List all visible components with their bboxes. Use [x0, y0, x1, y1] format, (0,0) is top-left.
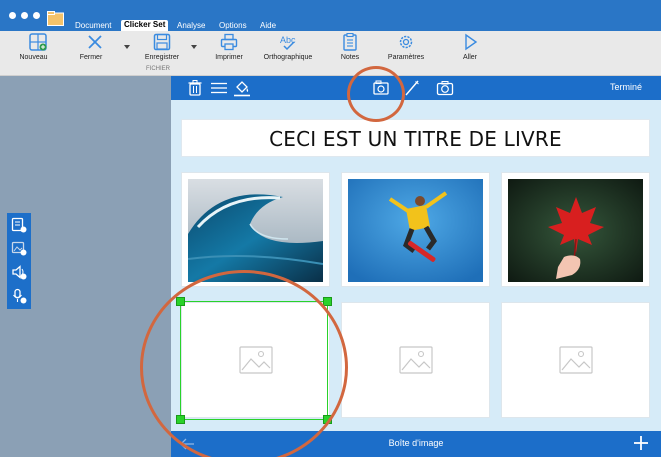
tab-options[interactable]: Options	[219, 21, 247, 31]
new-button-label: Nouveau	[19, 54, 48, 61]
image-card-empty-3[interactable]	[501, 302, 650, 418]
image-card-maple-leaf[interactable]	[501, 172, 650, 287]
spellcheck-button-label: Orthographique	[263, 54, 313, 61]
spellcheck-button[interactable]: Abc Orthographique	[258, 33, 318, 62]
notes-button-label: Notes	[340, 54, 360, 61]
paint-bucket-icon[interactable]	[233, 79, 251, 97]
play-icon	[465, 33, 478, 51]
ribbon-toolbar: Nouveau Fermer Enregistrer Imprimer Abc …	[0, 31, 661, 76]
tab-clicker-set[interactable]: Clicker Set	[121, 20, 169, 31]
add-sound-icon[interactable]	[11, 264, 27, 280]
highlight-ring-image-browse	[347, 66, 405, 122]
book-title-text: CECI EST UN TITRE DE LIVRE	[269, 127, 562, 151]
skateboarder-photo	[348, 179, 483, 282]
image-card-skateboarder[interactable]	[341, 172, 490, 287]
zoom-window-button[interactable]	[33, 12, 40, 19]
save-icon	[153, 33, 171, 51]
highlight-ring-empty-card	[140, 270, 348, 457]
plus-icon[interactable]	[633, 435, 649, 451]
new-button[interactable]: Nouveau	[18, 33, 58, 62]
settings-button-label: Paramètres	[387, 54, 425, 61]
title-bar: Document Clicker Set Analyse Options Aid…	[0, 0, 661, 31]
tab-analyse[interactable]: Analyse	[177, 21, 205, 31]
add-picture-set-icon[interactable]	[11, 217, 27, 233]
go-button-label: Aller	[462, 54, 477, 61]
image-placeholder-icon	[398, 346, 433, 374]
save-button-label: Enregistrer	[144, 54, 180, 61]
print-button-label: Imprimer	[215, 54, 243, 61]
minimize-window-button[interactable]	[21, 12, 28, 19]
go-button[interactable]: Aller	[455, 33, 485, 62]
save-button[interactable]: Enregistrer	[140, 33, 184, 62]
left-toolbar	[7, 213, 31, 309]
trash-icon[interactable]	[186, 79, 204, 97]
new-grid-icon	[29, 33, 47, 51]
close-x-icon	[88, 35, 102, 49]
editor-top-toolbar: Terminé	[171, 76, 661, 100]
close-button-label: Fermer	[79, 54, 103, 61]
ribbon-group-label: FICHIER	[146, 66, 170, 72]
print-icon	[220, 33, 238, 51]
ocean-wave-photo	[188, 179, 323, 282]
gear-icon	[399, 35, 413, 49]
spellcheck-icon: Abc	[280, 35, 296, 51]
close-dropdown-caret[interactable]	[124, 45, 130, 49]
tab-document[interactable]: Document	[75, 21, 111, 31]
tab-aide[interactable]: Aide	[260, 21, 276, 31]
done-button[interactable]: Terminé	[610, 82, 642, 92]
save-dropdown-caret[interactable]	[191, 45, 197, 49]
menu-icon[interactable]	[210, 79, 228, 97]
notes-button[interactable]: Notes	[332, 33, 368, 62]
print-button[interactable]: Imprimer	[207, 33, 251, 62]
add-image-icon[interactable]	[11, 240, 27, 256]
svg-text:Abc: Abc	[280, 35, 296, 45]
add-recording-icon[interactable]	[11, 288, 27, 304]
close-button[interactable]: Fermer	[75, 33, 115, 62]
notes-icon	[343, 33, 357, 51]
pencil-icon[interactable]	[403, 79, 421, 97]
book-title-card[interactable]: CECI EST UN TITRE DE LIVRE	[181, 119, 650, 157]
image-card-empty-2[interactable]	[341, 302, 490, 418]
red-maple-leaf-photo	[508, 179, 643, 282]
camera-icon[interactable]	[436, 79, 454, 97]
close-window-button[interactable]	[9, 12, 16, 19]
folder-icon[interactable]	[47, 11, 64, 26]
settings-button[interactable]: Paramètres	[383, 33, 429, 62]
image-placeholder-icon	[558, 346, 593, 374]
